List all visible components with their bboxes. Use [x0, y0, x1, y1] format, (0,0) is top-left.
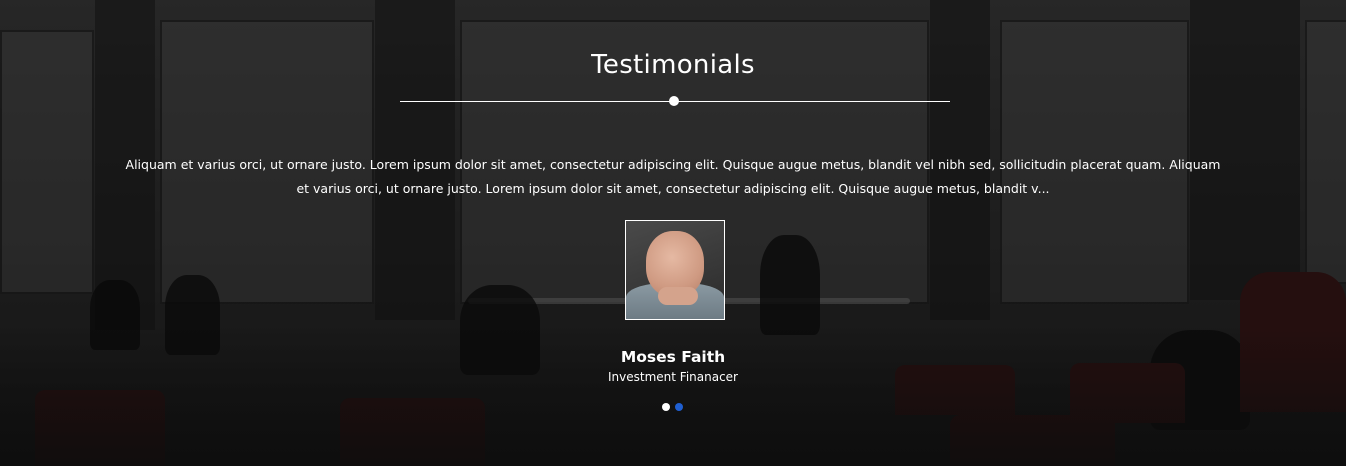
divider-dot-icon — [669, 96, 679, 106]
author-name: Moses Faith — [620, 348, 726, 366]
section-title: Testimonials — [591, 50, 755, 80]
author-role: Investment Finanacer — [608, 370, 738, 384]
carousel-dot-2[interactable] — [675, 403, 683, 411]
author-avatar — [625, 220, 725, 320]
carousel-dot-1[interactable] — [662, 403, 670, 411]
testimonials-content: Testimonials Aliquam et varius orci, ut … — [0, 0, 1346, 466]
testimonials-section: Testimonials Aliquam et varius orci, ut … — [0, 0, 1346, 466]
testimonial-quote: Aliquam et varius orci, ut ornare justo.… — [125, 157, 1221, 196]
carousel-pagination — [662, 403, 683, 411]
